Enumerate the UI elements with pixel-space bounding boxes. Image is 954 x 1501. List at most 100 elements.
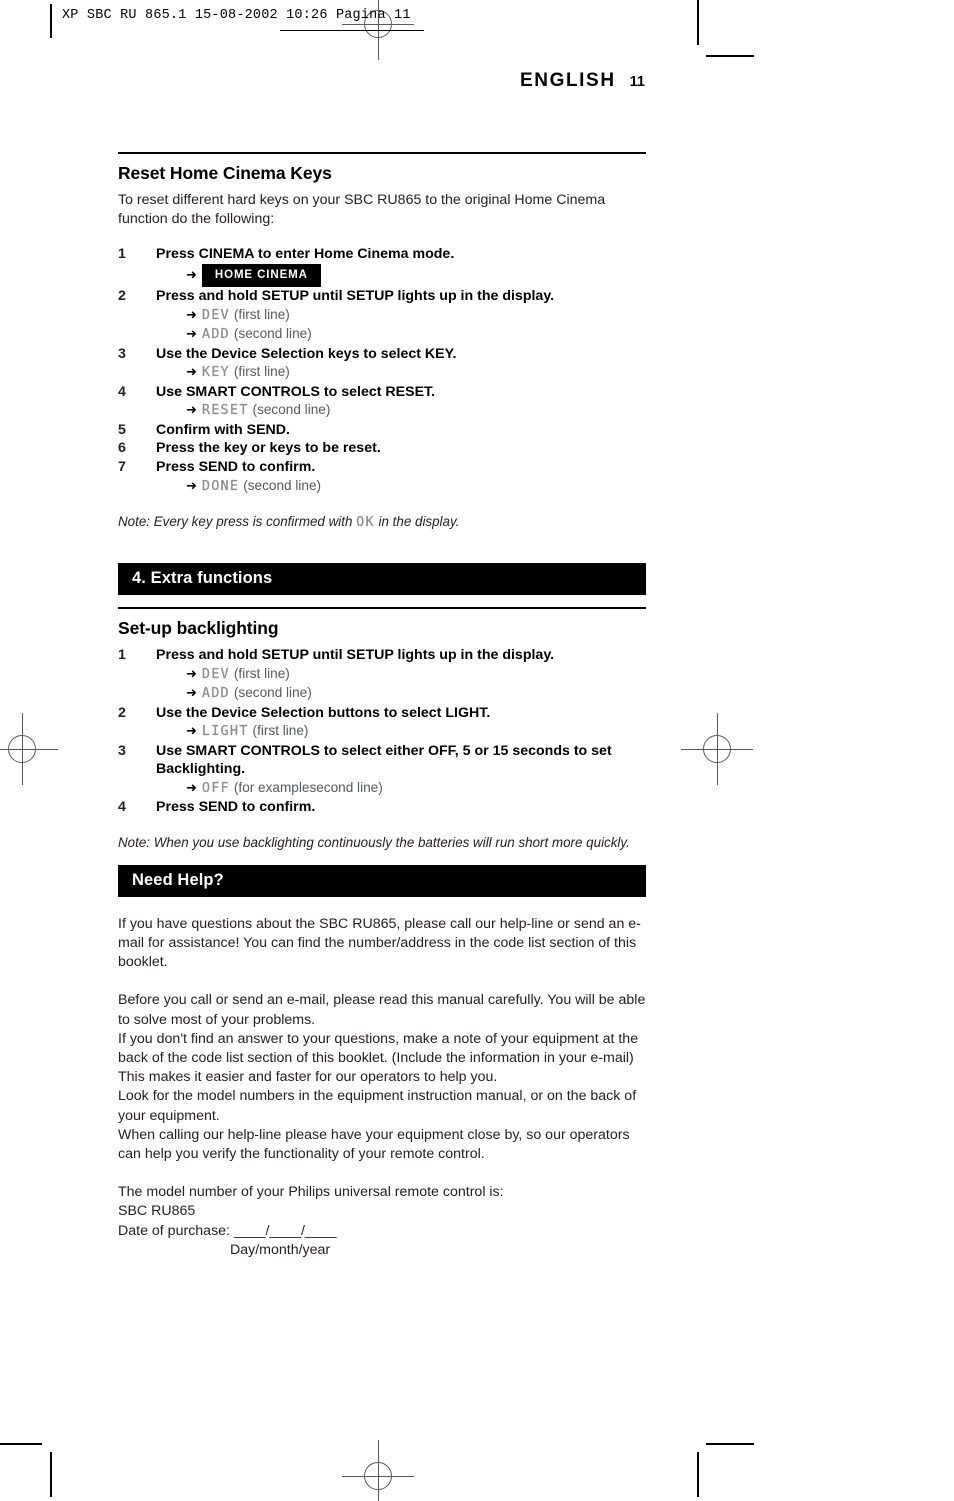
step-text: Use SMART CONTROLS to select either OFF,… — [156, 742, 612, 778]
note-backlighting: Note: When you use backlighting continuo… — [118, 834, 630, 850]
step-item: 1 Press CINEMA to enter Home Cinema mode… — [118, 245, 646, 288]
section-reset-intro: To reset different hard keys on your SBC… — [118, 192, 606, 227]
model-number: SBC RU865 — [118, 1203, 196, 1220]
lcd-readout: ADD — [201, 326, 230, 343]
arrow-icon: ➜ — [186, 686, 197, 702]
step-text: Press SEND to confirm. — [156, 799, 316, 816]
help-paragraph: Look for the model numbers in the equipm… — [118, 1088, 637, 1124]
step-number: 5 — [118, 421, 126, 438]
step-item: 3 Use the Device Selection keys to selec… — [118, 345, 646, 383]
lcd-line-note: (first line) — [233, 364, 290, 380]
content-column: Reset Home Cinema Keys To reset differen… — [118, 152, 646, 1260]
step-item: 1 Press and hold SETUP until SETUP light… — [118, 646, 646, 703]
lcd-line-note: (for examplesecond line) — [233, 779, 383, 795]
note-reset: Note: Every key press is confirmed with … — [118, 513, 646, 531]
help-paragraph: If you don't find an answer to your ques… — [118, 1030, 639, 1086]
step-result: ➜ HOME CINEMA — [156, 263, 646, 288]
arrow-icon: ➜ — [186, 307, 197, 323]
lcd-readout: DEV — [201, 665, 230, 682]
help-body: If you have questions about the SBC RU86… — [118, 915, 646, 1260]
arrow-icon: ➜ — [186, 365, 197, 381]
lcd-readout: OFF — [201, 779, 230, 796]
step-item: 2 Press and hold SETUP until SETUP light… — [118, 287, 646, 344]
section-bar-need-help: Need Help? — [118, 864, 646, 897]
steps-list-reset: 1 Press CINEMA to enter Home Cinema mode… — [118, 245, 646, 496]
step-text: Press CINEMA to enter Home Cinema mode. — [156, 246, 455, 263]
step-item: 5 Confirm with SEND. — [118, 421, 646, 440]
page-header: ENGLISH 11 — [118, 70, 645, 92]
step-number: 4 — [118, 799, 126, 816]
step-result: ➜ RESET (second line) — [156, 401, 646, 420]
step-result: ➜ KEY (first line) — [156, 363, 646, 382]
lcd-readout: ADD — [201, 685, 230, 702]
help-paragraph: Before you call or send an e-mail, pleas… — [118, 992, 646, 1028]
date-of-purchase-line: Date of purchase: ____/____/____ — [118, 1222, 337, 1239]
step-text: Use the Device Selection buttons to sele… — [156, 704, 491, 721]
lcd-line-note: (second line) — [243, 477, 322, 493]
page-number: 11 — [629, 74, 645, 90]
lcd-line-note: (second line) — [252, 402, 331, 418]
step-number: 2 — [118, 288, 126, 305]
crop-mark-bottom-left-horizontal — [0, 1443, 42, 1445]
step-number: 7 — [118, 458, 126, 475]
section-rule — [118, 152, 646, 155]
section-title-reset: Reset Home Cinema Keys — [118, 163, 332, 184]
header-language: ENGLISH — [520, 70, 616, 91]
lcd-readout: OK — [356, 513, 375, 530]
step-item: 4 Use SMART CONTROLS to select RESET. ➜ R… — [118, 383, 646, 421]
display-badge: HOME CINEMA — [201, 263, 321, 288]
step-item: 6 Press the key or keys to be reset. — [118, 439, 646, 458]
step-number: 4 — [118, 383, 126, 400]
help-paragraph: If you have questions about the SBC RU86… — [118, 915, 641, 971]
arrow-icon: ➜ — [186, 403, 197, 419]
step-result: ➜ DEV (first line) — [156, 665, 646, 684]
lcd-line-note: (second line) — [233, 326, 312, 342]
arrow-icon: ➜ — [186, 780, 197, 796]
crop-mark-bottom-left-vertical — [50, 1452, 52, 1497]
step-item: 7 Press SEND to confirm. ➜ DONE (second li… — [118, 458, 646, 496]
crop-mark-bottom-right-vertical — [697, 1452, 699, 1497]
step-number: 6 — [118, 440, 126, 457]
note-suffix: in the display. — [374, 513, 460, 529]
crop-mark-top-right-vertical — [697, 0, 699, 45]
print-slug: XP SBC RU 865.1 15-08-2002 10:26 Pagina … — [62, 8, 411, 23]
arrow-icon: ➜ — [186, 267, 197, 283]
model-intro: The model number of your Philips univers… — [118, 1184, 504, 1201]
help-paragraph: When calling our help-line please have y… — [118, 1126, 630, 1162]
step-result: ➜ LIGHT (first line) — [156, 722, 646, 741]
document-page: XP SBC RU 865.1 15-08-2002 10:26 Pagina … — [0, 0, 954, 1501]
lcd-line-note: (first line) — [233, 665, 290, 681]
step-result: ➜ DONE (second line) — [156, 477, 646, 496]
step-result: ➜ ADD (second line) — [156, 325, 646, 344]
step-result: ➜ OFF (for examplesecond line) — [156, 779, 646, 798]
lcd-readout: LIGHT — [201, 723, 249, 740]
step-number: 2 — [118, 704, 126, 721]
step-text: Press and hold SETUP until SETUP lights … — [156, 647, 555, 664]
step-text: Press SEND to confirm. — [156, 458, 316, 475]
step-text: Use the Device Selection keys to select … — [156, 345, 457, 362]
crop-mark-top-right-horizontal — [706, 55, 754, 57]
arrow-icon: ➜ — [186, 724, 197, 740]
arrow-icon: ➜ — [186, 327, 197, 343]
lcd-line-note: (first line) — [252, 723, 309, 739]
step-item: 3 Use SMART CONTROLS to select either OF… — [118, 742, 646, 799]
lcd-readout: DONE — [201, 477, 240, 494]
step-number: 3 — [118, 742, 126, 759]
arrow-icon: ➜ — [186, 666, 197, 682]
crop-mark-bottom-right-horizontal — [706, 1443, 754, 1445]
step-text: Confirm with SEND. — [156, 421, 290, 438]
section-bar-extra-functions: 4. Extra functions — [118, 562, 646, 595]
note-prefix: Note: Every key press is confirmed with — [118, 513, 357, 529]
step-item: 2 Use the Device Selection buttons to se… — [118, 704, 646, 742]
step-item: 4 Press SEND to confirm. — [118, 798, 646, 817]
crop-mark-top-left-vertical — [50, 4, 52, 38]
date-format-hint: Day/month/year — [230, 1241, 331, 1258]
lcd-readout: RESET — [201, 402, 249, 419]
step-text: Use SMART CONTROLS to select RESET. — [156, 383, 436, 400]
lcd-line-note: (first line) — [233, 306, 290, 322]
lcd-readout: DEV — [201, 306, 230, 323]
step-number: 3 — [118, 345, 126, 362]
lcd-readout: KEY — [201, 364, 230, 381]
step-text: Press and hold SETUP until SETUP lights … — [156, 288, 555, 305]
step-result: ➜ ADD (second line) — [156, 684, 646, 703]
